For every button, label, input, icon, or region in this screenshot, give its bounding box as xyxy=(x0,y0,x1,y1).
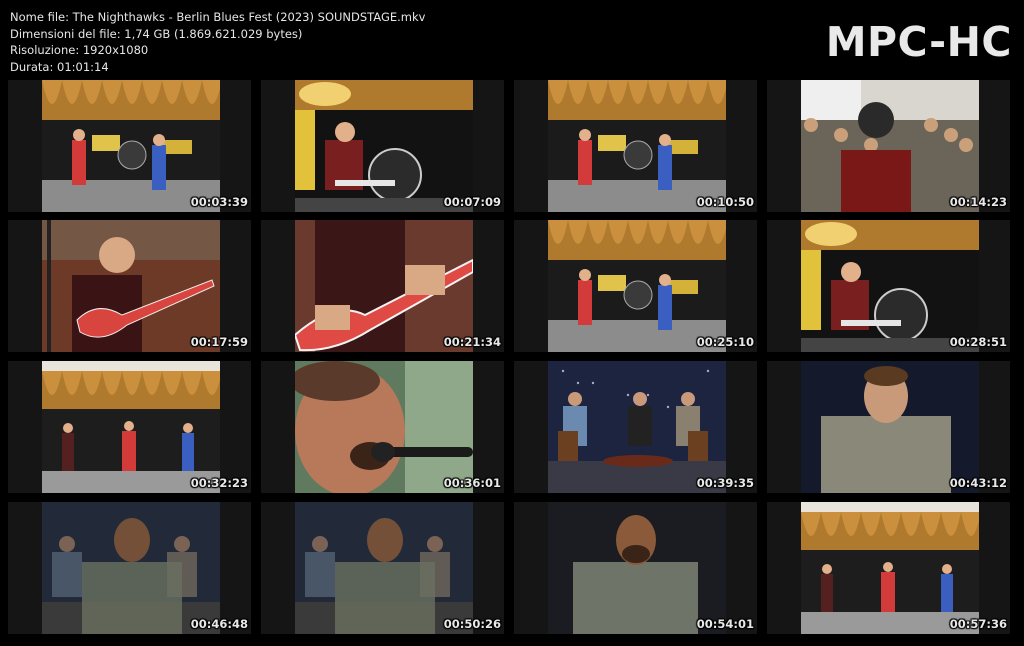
thumbnail-image xyxy=(42,361,220,493)
thumbnail-timestamp: 00:50:26 xyxy=(443,617,501,631)
thumbnail-timestamp: 00:36:01 xyxy=(443,476,501,490)
thumbnail-image xyxy=(801,80,979,212)
thumbnail-image xyxy=(801,502,979,634)
thumbnail-image xyxy=(548,80,726,212)
thumbnail[interactable]: 00:03:39 xyxy=(8,80,251,212)
thumbnail-timestamp: 00:17:59 xyxy=(190,335,248,349)
thumbnail-image xyxy=(548,361,726,493)
thumbnail-image xyxy=(42,502,220,634)
thumbnail-image xyxy=(801,361,979,493)
thumbnail-image xyxy=(295,502,473,634)
thumbnail[interactable]: 00:57:36 xyxy=(767,502,1010,634)
thumbnail[interactable]: 00:28:51 xyxy=(767,220,1010,352)
thumbnail[interactable]: 00:17:59 xyxy=(8,220,251,352)
thumbnail[interactable]: 00:10:50 xyxy=(514,80,757,212)
thumbnail-timestamp: 00:39:35 xyxy=(696,476,754,490)
thumbnail[interactable]: 00:25:10 xyxy=(514,220,757,352)
thumbnail[interactable]: 00:21:34 xyxy=(261,220,504,352)
thumbnail-image xyxy=(295,220,473,352)
thumbnail-timestamp: 00:57:36 xyxy=(949,617,1007,631)
file-name-label: Nome file: The Nighthawks - Berlin Blues… xyxy=(10,10,426,24)
file-size-label: Dimensioni del file: 1,74 GB (1.869.621.… xyxy=(10,26,303,41)
thumbnail[interactable]: 00:43:12 xyxy=(767,361,1010,493)
thumbnail-timestamp: 00:46:48 xyxy=(190,617,248,631)
thumbnail-image xyxy=(548,502,726,634)
thumbnail[interactable]: 00:14:23 xyxy=(767,80,1010,212)
thumbnail-timestamp: 00:14:23 xyxy=(949,195,1007,209)
thumbnail-timestamp: 00:32:23 xyxy=(190,476,248,490)
thumbnail-timestamp: 00:03:39 xyxy=(190,195,248,209)
thumbnail-timestamp: 00:28:51 xyxy=(949,335,1007,349)
thumbnail-image xyxy=(295,80,473,212)
thumbnail-timestamp: 00:54:01 xyxy=(696,617,754,631)
thumbnail-timestamp: 00:07:09 xyxy=(443,195,501,209)
thumbnail-image xyxy=(295,361,473,493)
thumbnail-timestamp: 00:25:10 xyxy=(696,335,754,349)
thumbnail[interactable]: 00:39:35 xyxy=(514,361,757,493)
thumbnail[interactable]: 00:32:23 xyxy=(8,361,251,493)
thumbnail-timestamp: 00:21:34 xyxy=(443,335,501,349)
thumbnail-timestamp: 00:10:50 xyxy=(696,195,754,209)
thumbnail-image xyxy=(801,220,979,352)
thumbnail[interactable]: 00:50:26 xyxy=(261,502,504,634)
thumbnail-timestamp: 00:43:12 xyxy=(949,476,1007,490)
duration-label: Durata: 01:01:14 xyxy=(10,59,109,74)
thumbnail[interactable]: 00:36:01 xyxy=(261,361,504,493)
thumbnail[interactable]: 00:07:09 xyxy=(261,80,504,212)
thumbnail-image xyxy=(42,80,220,212)
thumbnail-image xyxy=(42,220,220,352)
thumbnail[interactable]: 00:54:01 xyxy=(514,502,757,634)
thumbnail[interactable]: 00:46:48 xyxy=(8,502,251,634)
resolution-label: Risoluzione: 1920x1080 xyxy=(10,43,149,57)
app-logo: MPC-HC xyxy=(825,18,1012,66)
thumbnail-image xyxy=(548,220,726,352)
file-info: Nome file: The Nighthawks - Berlin Blues… xyxy=(10,9,425,75)
